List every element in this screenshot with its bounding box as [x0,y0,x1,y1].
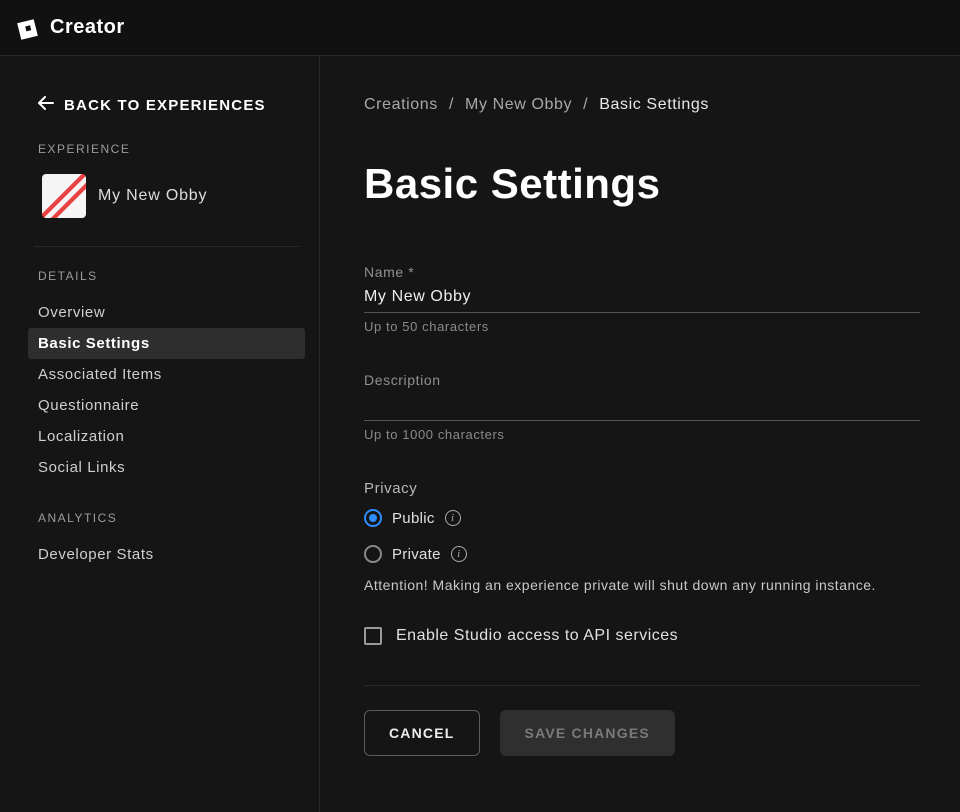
analytics-section-label: ANALYTICS [38,511,295,525]
sidebar-item-social-links[interactable]: Social Links [28,452,305,483]
experience-name: My New Obby [98,187,207,205]
breadcrumb-sep-1: / [449,96,454,113]
radio-icon [364,509,382,527]
name-help: Up to 50 characters [364,319,920,334]
description-help: Up to 1000 characters [364,427,920,442]
name-label: Name * [364,264,920,280]
app-name: Creator [50,16,125,39]
api-access-checkbox[interactable]: Enable Studio access to API services [364,627,920,645]
privacy-option-private[interactable]: Private i [364,545,920,563]
name-field: Name * Up to 50 characters [364,264,920,334]
breadcrumb-my-new-obby[interactable]: My New Obby [465,96,572,113]
breadcrumb-creations[interactable]: Creations [364,96,438,113]
arrow-left-icon [38,96,54,114]
sidebar-item-developer-stats[interactable]: Developer Stats [28,539,305,570]
radio-icon [364,545,382,563]
experience-section-label: EXPERIENCE [38,142,295,156]
breadcrumb-basic-settings: Basic Settings [599,96,709,113]
info-icon[interactable]: i [445,510,461,526]
privacy-option-public[interactable]: Public i [364,509,920,527]
experience-thumbnail [42,174,86,218]
privacy-warning: Attention! Making an experience private … [364,577,920,593]
breadcrumb: Creations / My New Obby / Basic Settings [364,96,920,114]
info-icon[interactable]: i [451,546,467,562]
name-input[interactable] [364,286,920,313]
save-changes-button[interactable]: SAVE CHANGES [500,710,675,756]
privacy-label: Privacy [364,480,920,497]
topbar: Creator [0,0,960,56]
details-section-label: DETAILS [38,269,295,283]
radio-label-public: Public [392,510,435,527]
description-input[interactable] [364,394,920,421]
divider [34,246,299,247]
sidebar-item-overview[interactable]: Overview [28,297,305,328]
description-label: Description [364,372,920,388]
cancel-button[interactable]: CANCEL [364,710,480,756]
sidebar-item-associated-items[interactable]: Associated Items [28,359,305,390]
logo-icon [16,15,42,41]
api-access-label: Enable Studio access to API services [396,627,678,645]
sidebar-item-questionnaire[interactable]: Questionnaire [28,390,305,421]
experience-row[interactable]: My New Obby [38,170,295,218]
main-content: Creations / My New Obby / Basic Settings… [320,56,960,812]
back-label: BACK TO EXPERIENCES [64,97,266,114]
checkbox-icon [364,627,382,645]
description-field: Description Up to 1000 characters [364,372,920,442]
radio-label-private: Private [392,546,441,563]
footer-divider [364,685,920,686]
sidebar: BACK TO EXPERIENCES EXPERIENCE My New Ob… [0,56,320,812]
logo[interactable]: Creator [16,15,125,41]
breadcrumb-sep-2: / [583,96,588,113]
page-title: Basic Settings [364,160,920,208]
sidebar-item-basic-settings[interactable]: Basic Settings [28,328,305,359]
sidebar-item-localization[interactable]: Localization [28,421,305,452]
back-to-experiences-link[interactable]: BACK TO EXPERIENCES [38,96,295,114]
button-row: CANCEL SAVE CHANGES [364,710,920,756]
